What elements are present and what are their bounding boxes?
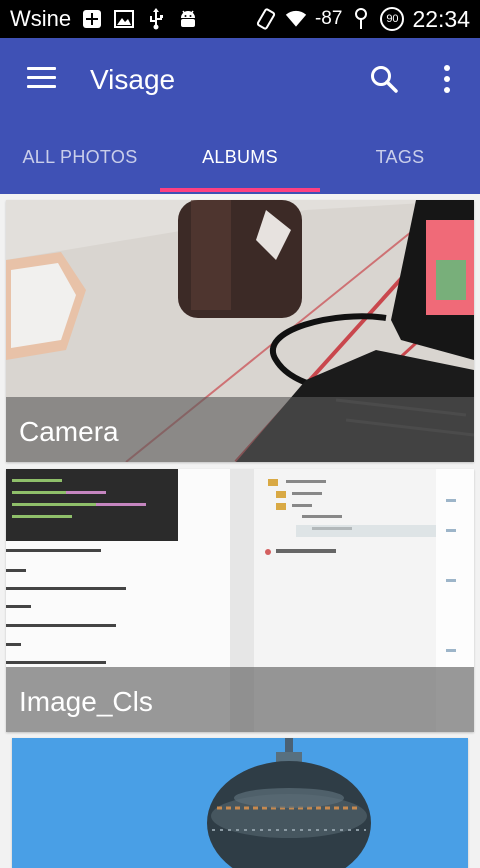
battery-icon: 90 (380, 7, 405, 31)
signal-strength-text: -87 (314, 8, 343, 29)
usb-icon (145, 8, 167, 30)
add-notification-icon (81, 8, 103, 30)
toolbar: Visage (0, 38, 480, 124)
album-name: Camera (19, 416, 119, 447)
image-notification-icon (113, 8, 135, 30)
signal-icon (350, 8, 372, 30)
tab-all-photos[interactable]: ALL PHOTOS (0, 124, 160, 194)
tab-bar: ALL PHOTOS ALBUMS TAGS (0, 124, 480, 194)
search-icon[interactable] (368, 63, 400, 95)
album-card-camera[interactable]: Camera (6, 200, 474, 462)
android-debug-icon (177, 8, 199, 30)
app-title: Visage (90, 64, 176, 95)
carrier-name: Wsine (10, 6, 72, 31)
app-bar: Visage ALL PHOTOS ALBUMS TAGS (0, 38, 480, 194)
clock-time: 22:34 (412, 5, 470, 32)
status-bar: Wsine -87 90 22:34 (0, 0, 480, 38)
album-thumbnail (12, 738, 468, 868)
album-card-image-cls[interactable]: Image_Cls (6, 469, 474, 732)
more-vert-icon[interactable] (435, 63, 459, 95)
wifi-icon (285, 8, 307, 30)
tab-indicator (160, 188, 320, 192)
hamburger-menu-icon[interactable] (27, 67, 57, 91)
album-card-tower[interactable] (12, 738, 468, 868)
album-name: Image_Cls (19, 686, 153, 717)
screen-rotation-icon (255, 8, 277, 30)
tab-albums[interactable]: ALBUMS (160, 124, 320, 194)
tab-tags[interactable]: TAGS (320, 124, 480, 194)
